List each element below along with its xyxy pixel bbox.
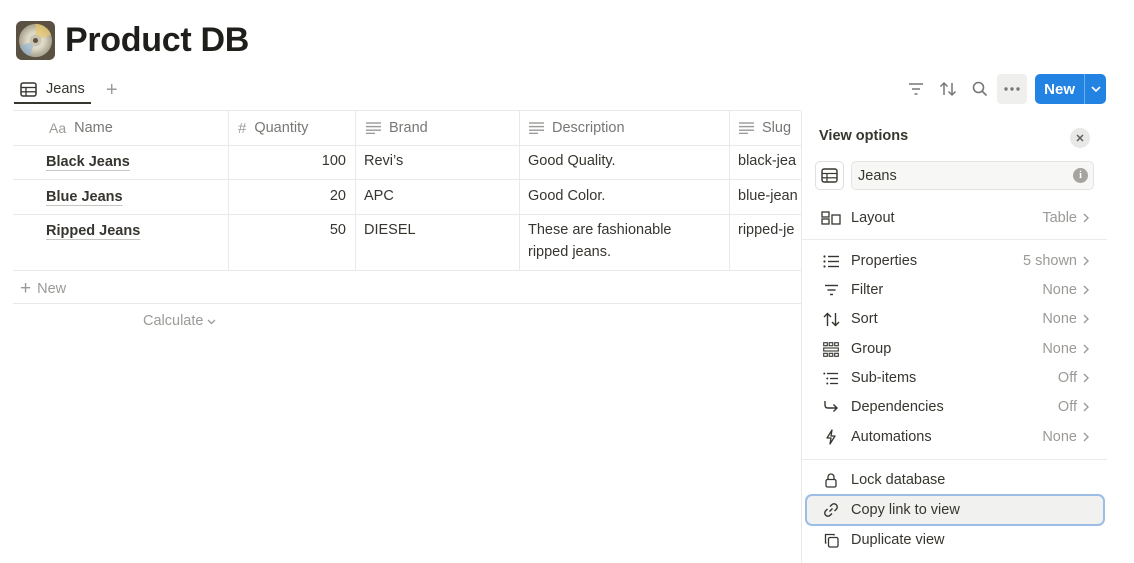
chevron-right-icon: [1083, 432, 1089, 442]
table-row[interactable]: Black Jeans 100 Revi’s Good Quality. bla…: [13, 146, 801, 180]
close-icon: [1076, 134, 1084, 142]
view-layout-icon-button[interactable]: [815, 161, 844, 190]
table-header: Aa Name # Quantity Brand Description Slu…: [13, 111, 801, 145]
view-tabs: Jeans +: [14, 76, 123, 104]
title-type-icon: Aa: [49, 120, 67, 136]
row-name[interactable]: Ripped Jeans: [46, 223, 140, 239]
lock-database-button[interactable]: Lock database: [807, 466, 1103, 494]
tab-jeans[interactable]: Jeans: [14, 76, 91, 104]
quantity-cell[interactable]: 20: [238, 180, 346, 214]
dependencies-icon: [819, 400, 843, 414]
more-options-button[interactable]: [997, 74, 1028, 104]
brand-cell[interactable]: Revi’s: [364, 146, 514, 180]
calculate-button[interactable]: Calculate: [143, 313, 216, 329]
add-view-button[interactable]: +: [101, 79, 123, 101]
chevron-right-icon: [1083, 213, 1089, 223]
option-group[interactable]: Group None: [807, 335, 1103, 363]
option-sub-items[interactable]: Sub-items Off: [807, 364, 1103, 392]
column-header-quantity[interactable]: # Quantity: [238, 111, 358, 145]
page-title[interactable]: Product DB: [65, 21, 249, 60]
column-header-brand[interactable]: Brand: [366, 111, 521, 145]
chevron-down-icon: [207, 313, 216, 329]
description-cell[interactable]: Good Quality.: [528, 146, 724, 180]
option-sort[interactable]: Sort None: [807, 305, 1103, 333]
chevron-right-icon: [1083, 314, 1089, 324]
chevron-right-icon: [1083, 256, 1089, 266]
row-name[interactable]: Blue Jeans: [46, 189, 123, 205]
brand-cell[interactable]: DIESEL: [364, 215, 514, 270]
option-filter[interactable]: Filter None: [807, 276, 1103, 304]
panel-title: View options: [819, 128, 909, 144]
group-icon: [819, 341, 843, 357]
table-row[interactable]: Blue Jeans 20 APC Good Color. blue-jean: [13, 180, 801, 214]
sort-icon: [940, 81, 957, 97]
duplicate-view-button[interactable]: Duplicate view: [807, 526, 1103, 554]
view-options-panel: View options i Layout Table Properties 5…: [801, 111, 1134, 563]
table-icon: [20, 80, 38, 98]
table-row[interactable]: Ripped Jeans 50 DIESEL These are fashion…: [13, 215, 801, 270]
subitems-icon: [819, 372, 843, 385]
chevron-right-icon: [1083, 285, 1089, 295]
search-button[interactable]: [965, 74, 995, 104]
chevron-down-icon: [1090, 86, 1101, 92]
description-line: ripped jeans.: [528, 244, 612, 260]
quantity-cell[interactable]: 50: [238, 215, 346, 270]
column-header-description[interactable]: Description: [529, 111, 729, 145]
view-name-row: i: [815, 161, 1094, 190]
option-automations[interactable]: Automations None: [807, 423, 1103, 451]
filter-button[interactable]: [901, 74, 931, 104]
option-layout[interactable]: Layout Table: [807, 204, 1103, 232]
tab-label: Jeans: [46, 81, 85, 97]
close-button[interactable]: [1070, 128, 1090, 148]
column-header-name[interactable]: Aa Name: [49, 111, 229, 145]
slug-cell[interactable]: black-jea: [738, 146, 801, 180]
search-icon: [972, 81, 988, 97]
layout-icon: [819, 211, 843, 225]
row-name[interactable]: Black Jeans: [46, 154, 130, 170]
toolbar: New: [899, 74, 1106, 104]
option-dependencies[interactable]: Dependencies Off: [807, 393, 1103, 421]
info-icon[interactable]: i: [1073, 168, 1088, 183]
list-icon: [819, 254, 843, 268]
number-type-icon: #: [238, 119, 247, 137]
chevron-right-icon: [1083, 402, 1089, 412]
description-cell[interactable]: These are fashionable ripped jeans.: [528, 215, 724, 270]
table-icon: [821, 168, 838, 183]
text-type-icon: [366, 122, 381, 134]
chevron-right-icon: [1083, 344, 1089, 354]
new-button-group: New: [1035, 74, 1106, 104]
new-dropdown-button[interactable]: [1084, 74, 1106, 104]
lock-icon: [819, 472, 843, 488]
brand-cell[interactable]: APC: [364, 180, 514, 214]
link-icon: [819, 502, 843, 518]
description-cell[interactable]: Good Color.: [528, 180, 724, 214]
quantity-cell[interactable]: 100: [238, 146, 346, 180]
page-header: Product DB: [16, 18, 249, 62]
option-properties[interactable]: Properties 5 shown: [807, 247, 1103, 275]
duplicate-icon: [819, 533, 843, 548]
sort-button[interactable]: [933, 74, 963, 104]
lightning-icon: [819, 429, 843, 445]
copy-link-button[interactable]: Copy link to view: [807, 496, 1103, 524]
chevron-right-icon: [1083, 373, 1089, 383]
filter-icon: [909, 83, 924, 95]
add-row-button[interactable]: + New: [20, 278, 66, 300]
new-button[interactable]: New: [1035, 74, 1084, 104]
cd-icon[interactable]: [16, 20, 55, 60]
description-line: These are fashionable: [528, 222, 672, 238]
slug-cell[interactable]: ripped-je: [738, 215, 801, 270]
text-type-icon: [529, 122, 544, 134]
column-header-slug[interactable]: Slug: [739, 111, 801, 145]
plus-icon: +: [20, 278, 32, 299]
sort-icon: [819, 312, 843, 327]
more-icon: [1004, 87, 1020, 91]
slug-cell[interactable]: blue-jean: [738, 180, 801, 214]
view-name-input[interactable]: [851, 161, 1094, 190]
text-type-icon: [739, 122, 754, 134]
filter-icon: [819, 284, 843, 296]
